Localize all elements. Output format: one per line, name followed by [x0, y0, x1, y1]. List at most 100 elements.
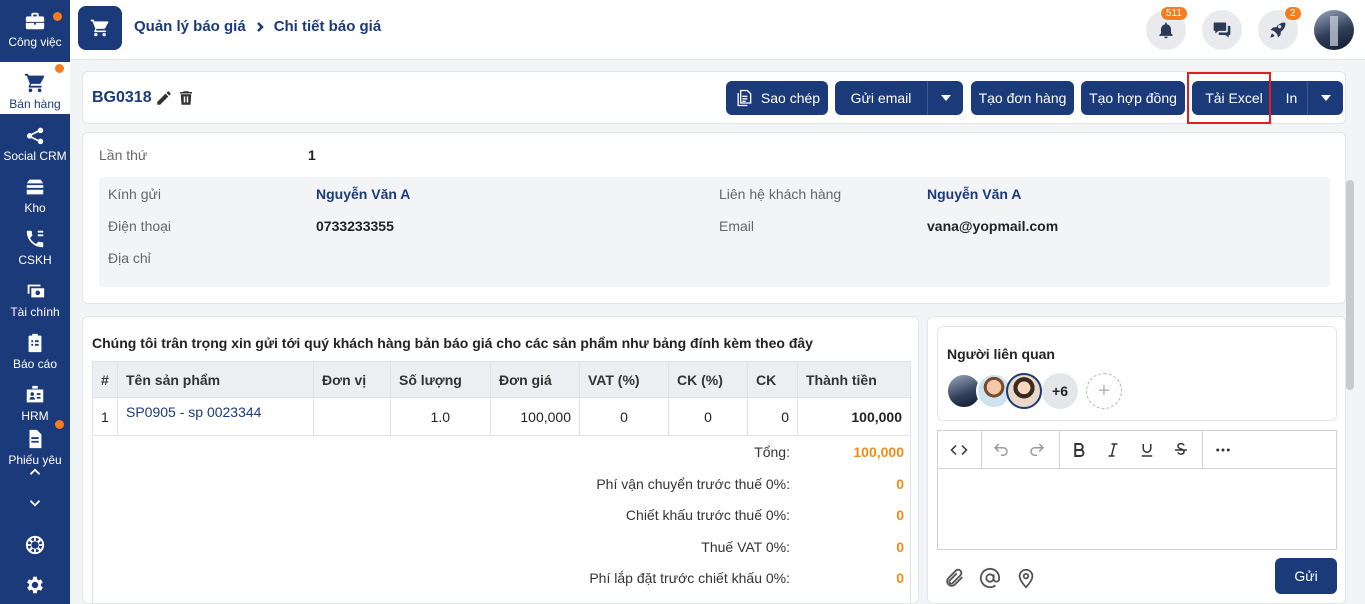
summary-shipping-value: 0: [896, 476, 904, 492]
at-sign-icon: [979, 567, 1001, 589]
id-card-icon: [26, 385, 44, 403]
customer-details: Kính gửi Nguyễn Văn A Liên hệ khách hàng…: [99, 177, 1330, 287]
attach-button[interactable]: [943, 567, 965, 589]
cart-icon: [90, 19, 109, 37]
table-row: 1 SP0905 - sp 0023344 1.0 100,000 0 0 0 …: [92, 397, 911, 436]
strikethrough-icon: [1175, 442, 1187, 455]
cell-vat: 0: [579, 397, 669, 436]
breadcrumb-quote-management[interactable]: Quản lý báo giá: [134, 18, 246, 35]
summary-shipping-label: Phí vận chuyển trước thuế 0%:: [596, 476, 790, 492]
sidebar-item-label: Social CRM: [3, 149, 67, 163]
col-total: Thành tiền: [797, 361, 911, 398]
col-vat: VAT (%): [579, 361, 669, 398]
italic-button[interactable]: [1100, 438, 1126, 462]
print-button[interactable]: In: [1276, 81, 1307, 115]
more-people-count[interactable]: +6: [1042, 373, 1078, 409]
address-label: Địa chỉ: [108, 250, 151, 266]
contact-label: Liên hệ khách hàng: [719, 186, 842, 202]
attempt-label: Lần thứ: [99, 147, 148, 163]
notification-dot: [55, 420, 64, 429]
phone-label: Điện thoại: [108, 218, 172, 234]
contact-value-link[interactable]: Nguyễn Văn A: [927, 186, 1021, 202]
redo-button[interactable]: [1024, 438, 1050, 462]
print-dropdown[interactable]: [1307, 81, 1343, 115]
sidebar-item-cskh[interactable]: CSKH: [0, 218, 70, 270]
email-label: Email: [719, 218, 755, 234]
sidebar-item-cong-viec[interactable]: Công việc: [0, 0, 70, 52]
user-avatar[interactable]: [1314, 10, 1354, 50]
print-label: In: [1285, 90, 1298, 106]
italic-icon: [1108, 443, 1118, 457]
edit-button[interactable]: [155, 89, 173, 107]
col-unit-price: Đơn giá: [490, 361, 580, 398]
sidebar-item-bao-cao[interactable]: Báo cáo: [0, 322, 70, 374]
customer-info-card: Lần thứ 1 Kính gửi Nguyễn Văn A Liên hệ …: [82, 132, 1346, 304]
notification-dot: [53, 12, 62, 21]
comment-editor[interactable]: [937, 430, 1337, 550]
add-person-button[interactable]: +: [1086, 373, 1122, 409]
related-panel: Người liên quan +6 + Gửi: [927, 316, 1346, 604]
support-button[interactable]: [0, 530, 70, 560]
money-icon: [27, 284, 45, 298]
scroll-down-button[interactable]: [0, 488, 70, 518]
gear-icon: [27, 576, 43, 594]
col-quantity: Số lượng: [390, 361, 491, 398]
to-value-link[interactable]: Nguyễn Văn A: [316, 186, 410, 202]
chat-button[interactable]: [1202, 10, 1242, 50]
cart-icon: [24, 73, 45, 93]
sidebar-item-ban-hang[interactable]: Bán hàng: [0, 62, 70, 114]
delete-button[interactable]: [177, 89, 195, 107]
summary-total-label: Tổng:: [754, 444, 790, 460]
code-view-button[interactable]: [946, 438, 972, 462]
breadcrumb: Quản lý báo giá Chi tiết báo giá: [134, 18, 381, 35]
sidebar-item-kho[interactable]: Kho: [0, 166, 70, 218]
page-scrollbar[interactable]: [1346, 180, 1354, 390]
create-order-label: Tạo đơn hàng: [978, 90, 1067, 106]
send-button[interactable]: Gửi: [1275, 558, 1337, 594]
col-discount-pct: CK (%): [668, 361, 748, 398]
sidebar-item-label: Kho: [24, 201, 46, 215]
create-contract-button[interactable]: Tạo hợp đồng: [1081, 81, 1185, 115]
undo-button[interactable]: [988, 438, 1014, 462]
summary-discount-value: 0: [896, 507, 904, 523]
scroll-up-button[interactable]: [0, 457, 70, 487]
product-link[interactable]: SP0905 - sp 0023344: [117, 397, 314, 436]
chevron-up-icon: [29, 468, 41, 475]
more-options-button[interactable]: [1210, 438, 1236, 462]
cell-index: 1: [92, 397, 118, 436]
col-index: #: [92, 361, 118, 398]
quote-code: BG0318: [92, 89, 152, 106]
cell-quantity: 1.0: [390, 397, 491, 436]
table-header-row: # Tên sản phẩm Đơn vị Số lượng Đơn giá V…: [92, 361, 911, 398]
sidebar-item-label: Tài chính: [10, 305, 60, 319]
table-border: [92, 437, 93, 603]
mention-button[interactable]: [979, 567, 1001, 589]
summary-total-value: 100,000: [853, 444, 904, 460]
copy-button[interactable]: Sao chép: [726, 81, 828, 115]
underline-button[interactable]: [1134, 438, 1160, 462]
send-email-button[interactable]: Gửi email: [835, 81, 927, 115]
notifications-button[interactable]: 511: [1146, 6, 1188, 50]
create-order-button[interactable]: Tạo đơn hàng: [971, 81, 1074, 115]
summary-vat-value: 0: [896, 539, 904, 555]
undo-icon: [993, 443, 1008, 456]
location-button[interactable]: [1015, 567, 1037, 589]
summary-install-label: Phí lắp đặt trước chiết khấu 0%:: [589, 570, 790, 586]
strikethrough-button[interactable]: [1168, 438, 1194, 462]
send-email-dropdown[interactable]: [927, 81, 963, 115]
toolbar-divider: [1059, 431, 1060, 469]
cell-total: 100,000: [797, 397, 911, 436]
settings-button[interactable]: [0, 570, 70, 600]
rocket-button[interactable]: 2: [1258, 6, 1302, 50]
copy-button-label: Sao chép: [760, 90, 821, 106]
sidebar-item-social-crm[interactable]: Social CRM: [0, 114, 70, 166]
summary-vat-label: Thuế VAT 0%:: [701, 539, 790, 555]
document-icon: [29, 429, 42, 449]
module-cart-button[interactable]: [78, 6, 122, 50]
sidebar-item-tai-chinh[interactable]: Tài chính: [0, 270, 70, 322]
avatar[interactable]: [1006, 373, 1042, 409]
bold-button[interactable]: [1066, 438, 1092, 462]
cell-unit-price: 100,000: [490, 397, 580, 436]
quote-title-bar: BG0318 Sao chép Gửi email Tạo đơn hàng T…: [82, 71, 1346, 124]
cell-discount: 0: [747, 397, 798, 436]
